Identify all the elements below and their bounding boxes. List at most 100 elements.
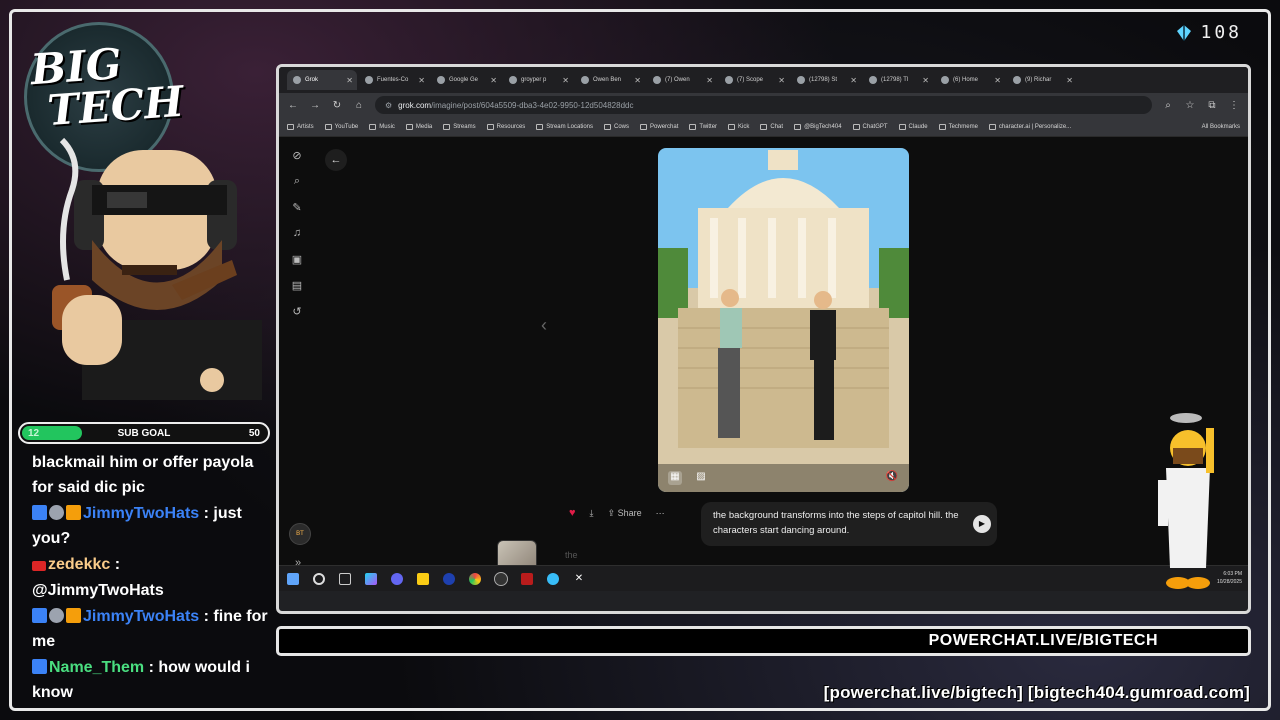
chat-username[interactable]: JimmyTwoHats bbox=[83, 505, 199, 522]
browser-tab[interactable]: (12798) St ✕ bbox=[791, 70, 861, 90]
obs-icon[interactable] bbox=[494, 571, 508, 586]
chat-username[interactable]: JimmyTwoHats bbox=[83, 608, 199, 625]
chat-username[interactable]: zedekkc bbox=[48, 556, 110, 573]
discord-icon[interactable] bbox=[391, 572, 403, 585]
bookmark-item[interactable]: @BigTech404 bbox=[794, 123, 842, 130]
bookmark-item[interactable]: Twitter bbox=[689, 123, 717, 130]
tab-close-icon[interactable]: ✕ bbox=[778, 76, 785, 85]
bookmark-item[interactable]: Kick bbox=[728, 123, 749, 130]
url-input[interactable]: ⚙ grok.com/imagine/post/604a5509-dba3-4e… bbox=[375, 96, 1152, 114]
generated-video[interactable]: ▦ ▨ 🔇 bbox=[658, 148, 909, 492]
copilot-icon[interactable] bbox=[365, 572, 377, 585]
bookmarks-bar: Artists YouTube Music Media Streams Resources… bbox=[279, 117, 1248, 137]
tab-close-icon[interactable]: ✕ bbox=[994, 76, 1001, 85]
video-mode-icon[interactable]: ▦ bbox=[668, 471, 682, 485]
bookmark-item[interactable]: ChatGPT bbox=[852, 123, 888, 130]
tab-close-icon[interactable]: ✕ bbox=[634, 76, 641, 85]
folder-icon bbox=[405, 123, 413, 130]
tab-close-icon[interactable]: ✕ bbox=[418, 76, 425, 85]
compose-input[interactable]: the bbox=[565, 550, 578, 560]
browser-tab[interactable]: (12798) Tl ✕ bbox=[863, 70, 933, 90]
edit-icon[interactable]: ✎ bbox=[289, 201, 305, 217]
chat-username[interactable]: Name_Them bbox=[49, 659, 144, 676]
forward-icon[interactable]: → bbox=[309, 100, 321, 111]
bookmark-item[interactable]: Techmeme bbox=[938, 123, 978, 130]
sub-goal-current: 12 bbox=[28, 427, 40, 439]
chat-message: JimmyTwoHats : just you? bbox=[32, 501, 268, 551]
site-info-icon[interactable]: ⚙ bbox=[385, 101, 392, 110]
bookmark-item[interactable]: Music bbox=[369, 123, 395, 130]
bookmark-item[interactable]: Stream Locations bbox=[536, 123, 593, 130]
chrome-icon[interactable] bbox=[469, 572, 481, 585]
zoom-icon[interactable]: ⌕ bbox=[1162, 100, 1174, 111]
all-bookmarks[interactable]: All Bookmarks bbox=[1202, 124, 1240, 130]
viewer-count-value: 108 bbox=[1200, 22, 1242, 43]
image-mode-icon[interactable]: ▨ bbox=[694, 471, 708, 485]
history-icon[interactable]: ↺ bbox=[289, 305, 305, 321]
tab-close-icon[interactable]: ✕ bbox=[850, 76, 857, 85]
tab-close-icon[interactable]: ✕ bbox=[922, 76, 929, 85]
bookmark-item[interactable]: Powerchat bbox=[640, 123, 678, 130]
browser-tab[interactable]: Fuentes-Co ✕ bbox=[359, 70, 429, 90]
extensions-icon[interactable]: ⧉ bbox=[1206, 100, 1218, 111]
chat-feed: blackmail him or offer payola for said d… bbox=[32, 450, 268, 706]
tab-close-icon[interactable]: ✕ bbox=[346, 76, 353, 85]
bookmark-item[interactable]: Resources bbox=[486, 123, 525, 130]
search-taskbar-icon[interactable] bbox=[313, 572, 325, 585]
tab-label: (7) Owen bbox=[665, 77, 690, 83]
bookmark-item[interactable]: Artists bbox=[287, 123, 314, 130]
browser-tab[interactable]: (7) Owen ✕ bbox=[647, 70, 717, 90]
browser-tab[interactable]: Google Ge ✕ bbox=[431, 70, 501, 90]
menu-icon[interactable]: ⋮ bbox=[1228, 100, 1240, 111]
home-icon[interactable]: ⌂ bbox=[353, 100, 365, 111]
grok-logo-icon[interactable]: ⊘ bbox=[289, 149, 305, 165]
imagine-icon[interactable]: ▣ bbox=[289, 253, 305, 269]
previous-arrow-icon[interactable]: ‹ bbox=[541, 315, 547, 336]
search-icon[interactable]: ⌕ bbox=[289, 175, 305, 191]
folder-icon[interactable]: ▤ bbox=[289, 279, 305, 295]
voice-icon[interactable]: ♫ bbox=[289, 227, 305, 243]
bookmark-item[interactable]: YouTube bbox=[324, 123, 358, 130]
download-icon[interactable]: ⤓ bbox=[590, 508, 594, 519]
bookmark-item[interactable]: Claude bbox=[898, 123, 928, 130]
reload-icon[interactable]: ↻ bbox=[331, 100, 343, 111]
share-button[interactable]: ⇪ Share bbox=[608, 508, 642, 519]
file-explorer-icon[interactable] bbox=[417, 572, 429, 585]
tab-close-icon[interactable]: ✕ bbox=[706, 76, 713, 85]
tab-close-icon[interactable]: ✕ bbox=[562, 76, 569, 85]
browser-tab[interactable]: (7) Scope ✕ bbox=[719, 70, 789, 90]
more-options-icon[interactable]: ⋯ bbox=[656, 508, 665, 519]
app-icon[interactable] bbox=[521, 572, 533, 585]
browser-tab[interactable]: Grok ✕ bbox=[287, 70, 357, 90]
streamer-avatar bbox=[52, 137, 262, 400]
tab-close-icon[interactable]: ✕ bbox=[490, 76, 497, 85]
bookmark-item[interactable]: Chat bbox=[760, 123, 783, 130]
profile-avatar[interactable]: BT bbox=[289, 523, 311, 545]
telegram-icon[interactable] bbox=[547, 572, 559, 585]
steam-icon[interactable] bbox=[443, 572, 455, 585]
bookmark-item[interactable]: Media bbox=[405, 123, 432, 130]
browser-tab[interactable]: (6) Home ✕ bbox=[935, 70, 1005, 90]
mute-icon[interactable]: 🔇 bbox=[885, 471, 899, 485]
folder-icon bbox=[689, 123, 697, 130]
back-button[interactable]: ← bbox=[325, 149, 347, 171]
like-icon[interactable]: ♥ bbox=[569, 507, 576, 519]
tab-label: Google Ge bbox=[449, 77, 479, 83]
bookmark-item[interactable]: Streams bbox=[443, 123, 476, 130]
tab-favicon-icon bbox=[797, 76, 805, 84]
task-view-icon[interactable] bbox=[339, 572, 351, 585]
tab-favicon-icon bbox=[653, 76, 661, 84]
bookmark-item[interactable]: Cows bbox=[604, 123, 629, 130]
browser-tab[interactable]: (9) Richar ✕ bbox=[1007, 70, 1077, 90]
chat-message: JimmyTwoHats : fine for me bbox=[32, 604, 268, 654]
bookmark-item[interactable]: character.ai | Personalize... bbox=[988, 123, 1071, 130]
bookmark-star-icon[interactable]: ☆ bbox=[1184, 100, 1196, 111]
x-app-icon[interactable]: ✕ bbox=[573, 573, 585, 585]
play-button[interactable]: ▶ bbox=[973, 515, 991, 533]
windows-start-icon[interactable] bbox=[287, 572, 299, 585]
tab-close-icon[interactable]: ✕ bbox=[1066, 76, 1073, 85]
back-icon[interactable]: ← bbox=[287, 100, 299, 111]
browser-tab[interactable]: Owen Ben ✕ bbox=[575, 70, 645, 90]
tab-label: groyper p bbox=[521, 77, 547, 83]
browser-tab[interactable]: groyper p ✕ bbox=[503, 70, 573, 90]
